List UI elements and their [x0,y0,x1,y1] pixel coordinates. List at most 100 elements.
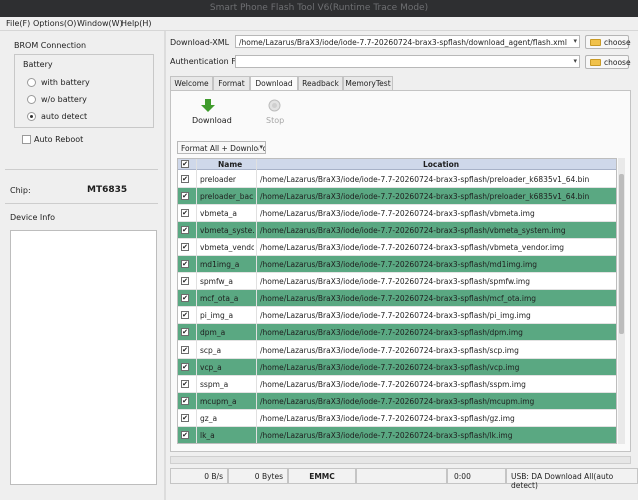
row-checkbox[interactable]: ✔ [181,430,189,439]
row-checkbox[interactable]: ✔ [181,175,189,183]
row-location[interactable]: /home/Lazarus/BraX3/iode/iode-7.7-202607… [260,380,612,389]
stop-label: Stop [266,116,285,125]
radio-with-battery[interactable]: with battery [27,77,147,89]
menu-file[interactable]: File(F) [6,19,30,28]
row-location[interactable]: /home/Lazarus/BraX3/iode/iode-7.7-202607… [260,363,612,372]
progress-bar [170,456,631,464]
status-usb: USB: DA Download All(auto detect) [506,468,638,490]
header-location: Location [423,160,460,169]
table-row[interactable]: ✔ mcf_ota_a/home/Lazarus/BraX3/iode/iode-… [178,290,616,308]
radio-selected-icon [27,112,36,121]
row-checkbox[interactable]: ✔ [181,413,189,422]
row-location[interactable]: /home/Lazarus/BraX3/iode/iode-7.7-202607… [260,346,612,355]
chevron-down-icon[interactable]: ▾ [571,37,577,45]
table-row[interactable]: ✔ dpm_a/home/Lazarus/BraX3/iode/iode-7.7-… [178,324,616,342]
window-title: Smart Phone Flash Tool V6(Runtime Trace … [209,3,429,13]
mode-select[interactable]: Format All + Download ▾ [177,141,266,154]
row-name: mcupm_a [200,396,237,406]
row-checkbox[interactable]: ✔ [181,226,189,235]
row-checkbox[interactable]: ✔ [181,311,189,320]
table-row[interactable]: ✔ sspm_a/home/Lazarus/BraX3/iode/iode-7.7… [178,376,616,393]
auto-reboot-checkbox[interactable]: Auto Reboot [22,135,142,147]
row-location[interactable]: /home/Lazarus/BraX3/iode/iode-7.7-202607… [260,397,612,406]
tab-readback[interactable]: Readback [298,76,343,90]
tab-memorytest[interactable]: MemoryTest [343,76,393,90]
auth-file-field[interactable]: ▾ [235,55,580,68]
table-scrollbar[interactable] [618,158,625,444]
row-name: gz_a [200,413,218,423]
chevron-down-icon[interactable]: ▾ [573,57,577,65]
row-checkbox[interactable]: ✔ [181,260,189,269]
checkbox-icon [22,135,31,144]
row-checkbox[interactable]: ✔ [181,277,189,286]
table-row[interactable]: ✔ lk_a/home/Lazarus/BraX3/iode/iode-7.7-2… [178,426,616,443]
row-location[interactable]: /home/Lazarus/BraX3/iode/iode-7.7-202607… [260,277,612,286]
tab-download[interactable]: Download [250,76,298,91]
partition-table: ✔ Name Location ✔ preloader/home/Lazarus/… [177,158,617,444]
select-all-checkbox[interactable]: ✔ [181,160,189,168]
row-checkbox[interactable]: ✔ [181,328,189,337]
table-row[interactable]: ✔ preloader/home/Lazarus/BraX3/iode/iode-… [178,171,616,188]
brom-connection-title: BROM Connection [14,41,87,50]
radio-auto-detect[interactable]: auto detect [27,111,147,123]
status-empty [356,468,447,484]
row-location[interactable]: /home/Lazarus/BraX3/iode/iode-7.7-202607… [260,414,612,423]
menu-window[interactable]: Window(W) [77,19,123,28]
choose-auth-file-button[interactable]: choose [585,55,631,69]
row-checkbox[interactable]: ✔ [181,192,189,201]
scrollbar-thumb[interactable] [619,174,624,334]
table-row[interactable]: ✔ scp_a/home/Lazarus/BraX3/iode/iode-7.7-… [178,342,616,359]
row-location[interactable]: /home/Lazarus/BraX3/iode/iode-7.7-202607… [260,226,612,235]
auth-file-label: Authentication File [170,57,245,66]
row-location[interactable]: /home/Lazarus/BraX3/iode/iode-7.7-202607… [260,431,612,440]
row-location[interactable]: /home/Lazarus/BraX3/iode/iode-7.7-202607… [260,209,612,218]
menu-bar: File(F) Options(O) Window(W) Help(H) [0,17,638,31]
table-row[interactable]: ✔ vbmeta_syste... /home/Lazarus/BraX3/iode… [178,222,616,240]
tab-format[interactable]: Format [213,76,250,90]
tab-welcome[interactable]: Welcome [170,76,213,90]
menu-options[interactable]: Options(O) [33,19,76,28]
download-xml-field[interactable]: /home/Lazarus/BraX3/iode/iode-7.7-202607… [235,35,580,48]
battery-group: Battery with battery w/o battery auto de… [14,54,154,128]
radio-wo-battery[interactable]: w/o battery [27,94,147,106]
row-checkbox[interactable]: ✔ [181,209,189,218]
chip-value: MT6835 [87,185,128,195]
status-time: 0:00 [447,468,506,484]
mode-select-value: Format All + Download [181,144,266,153]
table-row[interactable]: ✔ spmfw_a/home/Lazarus/BraX3/iode/iode-7.… [178,273,616,291]
header-name: Name [218,160,243,169]
download-button[interactable]: Download [187,98,232,128]
battery-title: Battery [23,60,53,69]
choose-label: choose [604,38,631,47]
row-checkbox[interactable]: ✔ [181,294,189,303]
menu-help[interactable]: Help(H) [121,19,152,28]
table-row[interactable]: ✔ mcupm_a/home/Lazarus/BraX3/iode/iode-7.… [178,392,616,410]
row-checkbox[interactable]: ✔ [181,345,189,354]
row-location[interactable]: /home/Lazarus/BraX3/iode/iode-7.7-202607… [260,175,612,184]
row-location[interactable]: /home/Lazarus/BraX3/iode/iode-7.7-202607… [260,243,612,252]
table-row[interactable]: ✔ vbmeta_vendo... /home/Lazarus/BraX3/iode… [178,239,616,257]
status-storage: EMMC [288,468,356,484]
table-row[interactable]: ✔ vcp_a/home/Lazarus/BraX3/iode/iode-7.7-… [178,358,616,376]
table-row[interactable]: ✔ preloader_bac... /home/Lazarus/BraX3/iod… [178,188,616,206]
table-header: ✔ Name Location [178,159,616,170]
row-location[interactable]: /home/Lazarus/BraX3/iode/iode-7.7-202607… [260,192,612,201]
splitter[interactable] [164,31,166,500]
row-location[interactable]: /home/Lazarus/BraX3/iode/iode-7.7-202607… [260,328,612,337]
row-location[interactable]: /home/Lazarus/BraX3/iode/iode-7.7-202607… [260,260,612,269]
row-checkbox[interactable]: ✔ [181,379,189,388]
row-location[interactable]: /home/Lazarus/BraX3/iode/iode-7.7-202607… [260,294,612,303]
choose-download-xml-button[interactable]: choose [585,35,631,49]
row-checkbox[interactable]: ✔ [181,362,189,371]
row-checkbox[interactable]: ✔ [181,396,189,405]
table-row[interactable]: ✔ vbmeta_a/home/Lazarus/BraX3/iode/iode-7… [178,205,616,223]
stop-button[interactable]: Stop [260,98,290,128]
row-checkbox[interactable]: ✔ [181,243,189,252]
radio-circle-icon [27,95,36,104]
divider [5,203,158,204]
row-location[interactable]: /home/Lazarus/BraX3/iode/iode-7.7-202607… [260,311,612,320]
table-row[interactable]: ✔ md1img_a/home/Lazarus/BraX3/iode/iode-7… [178,256,616,274]
table-row[interactable]: ✔ gz_a/home/Lazarus/BraX3/iode/iode-7.7-2… [178,410,616,427]
row-name: spmfw_a [200,277,233,287]
table-row[interactable]: ✔ pi_img_a/home/Lazarus/BraX3/iode/iode-7… [178,307,616,325]
